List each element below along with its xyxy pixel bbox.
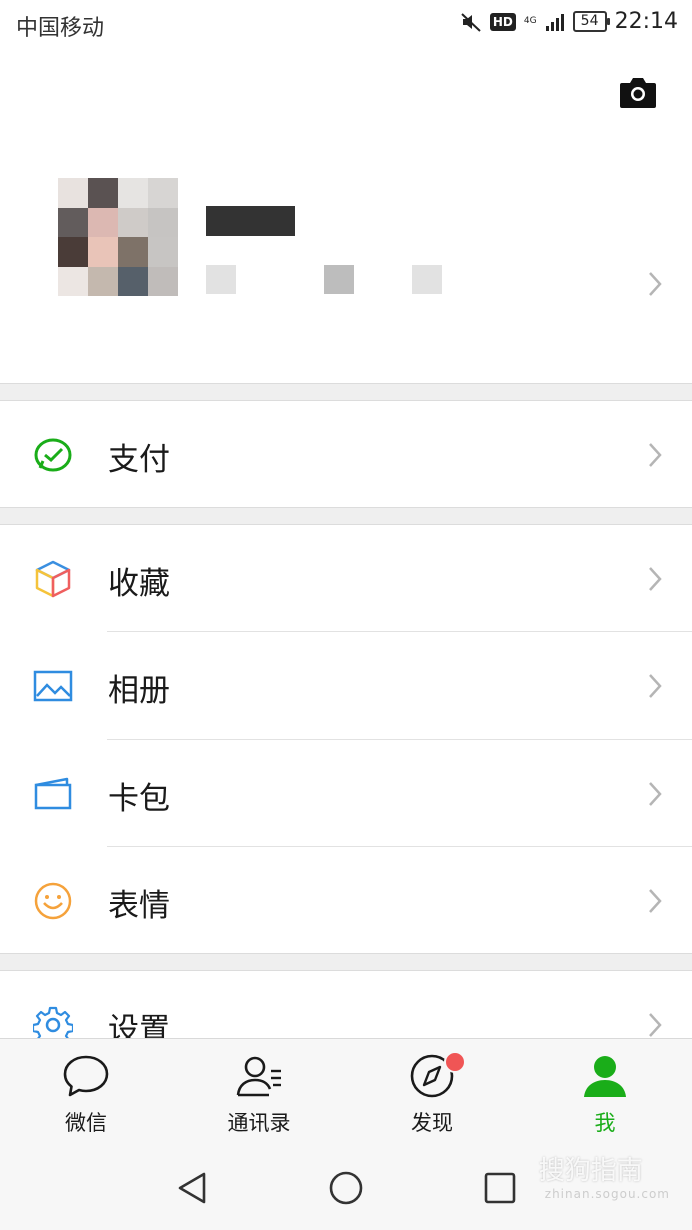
menu-item-favorites[interactable]: 收藏 bbox=[0, 525, 692, 631]
network-type: 4G bbox=[523, 16, 537, 26]
contacts-icon bbox=[236, 1056, 281, 1097]
menu-item-stickers[interactable]: 表情 bbox=[0, 847, 692, 953]
card-wallet-icon bbox=[34, 777, 72, 810]
camera-icon[interactable] bbox=[618, 74, 658, 110]
notification-dot bbox=[444, 1051, 466, 1073]
person-icon bbox=[584, 1056, 626, 1097]
wallet-check-icon bbox=[34, 438, 72, 472]
chevron-right-icon bbox=[649, 1013, 662, 1037]
chevron-right-icon bbox=[649, 443, 662, 467]
tab-contacts[interactable]: 通讯录 bbox=[204, 1039, 314, 1147]
profile-header[interactable] bbox=[0, 48, 692, 383]
redacted-nickname bbox=[206, 206, 295, 236]
tab-me[interactable]: 我 bbox=[550, 1039, 660, 1147]
tab-label: 我 bbox=[594, 1111, 616, 1135]
tab-chats[interactable]: 微信 bbox=[31, 1039, 141, 1147]
redacted-id-block bbox=[412, 265, 442, 294]
status-icons: HD 4G 54 22:14 bbox=[460, 9, 678, 34]
section-gap bbox=[0, 953, 692, 971]
menu-item-album[interactable]: 相册 bbox=[0, 632, 692, 738]
chevron-right-icon bbox=[649, 674, 662, 698]
menu-label: 收藏 bbox=[108, 566, 170, 602]
section-gap bbox=[0, 383, 692, 401]
carrier-name: 中国移动 bbox=[16, 16, 105, 41]
back-triangle-icon[interactable] bbox=[174, 1170, 210, 1206]
tab-label: 通讯录 bbox=[227, 1111, 291, 1135]
chat-bubble-icon bbox=[63, 1055, 109, 1097]
watermark-url: zhinan.sogou.com bbox=[544, 1187, 670, 1201]
hd-badge: HD bbox=[489, 12, 516, 31]
menu-label: 支付 bbox=[108, 442, 170, 478]
redacted-id-block bbox=[324, 265, 354, 294]
avatar[interactable] bbox=[58, 178, 178, 296]
signal-icon bbox=[545, 13, 564, 31]
tab-discover[interactable]: 发现 bbox=[377, 1039, 487, 1147]
menu-label: 表情 bbox=[108, 888, 170, 924]
watermark-brand: 搜狗指南 bbox=[538, 1156, 643, 1186]
menu-item-cards[interactable]: 卡包 bbox=[0, 740, 692, 846]
clock: 22:14 bbox=[614, 9, 678, 34]
menu-item-pay[interactable]: 支付 bbox=[0, 401, 692, 507]
bottom-tab-bar: 微信 通讯录 发现 我 bbox=[0, 1038, 692, 1147]
chevron-right-icon bbox=[649, 272, 662, 296]
chevron-right-icon bbox=[649, 567, 662, 591]
recents-square-icon[interactable] bbox=[482, 1170, 518, 1206]
chevron-right-icon bbox=[649, 782, 662, 806]
menu-label: 相册 bbox=[108, 673, 170, 709]
home-circle-icon[interactable] bbox=[328, 1170, 364, 1206]
battery-icon: 54 bbox=[572, 11, 610, 32]
menu-label: 卡包 bbox=[108, 781, 170, 817]
tab-label: 微信 bbox=[65, 1111, 107, 1135]
tab-label: 发现 bbox=[411, 1111, 453, 1135]
chevron-right-icon bbox=[649, 889, 662, 913]
smiley-icon bbox=[34, 882, 72, 920]
status-bar: 中国移动 HD 4G 54 22:14 bbox=[0, 0, 692, 48]
mute-icon bbox=[461, 12, 481, 32]
redacted-id-block bbox=[206, 265, 236, 294]
picture-icon bbox=[33, 670, 73, 702]
cube-icon bbox=[35, 560, 71, 598]
section-gap bbox=[0, 507, 692, 525]
watermark: 搜狗指南 zhinan.sogou.com bbox=[539, 1150, 670, 1201]
